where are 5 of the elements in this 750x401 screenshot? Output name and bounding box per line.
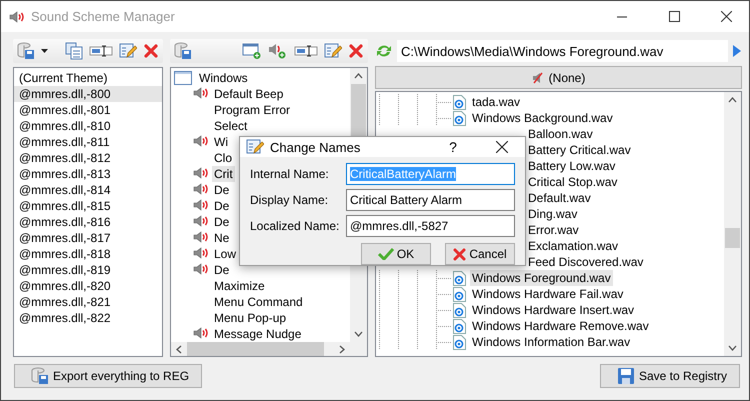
window-title: Sound Scheme Manager: [31, 9, 176, 24]
field-label: Display Name:: [250, 193, 330, 207]
dialog-title: Change Names: [270, 140, 362, 154]
field-label: Localized Name:: [250, 219, 340, 233]
field-label: Internal Name:: [250, 167, 330, 181]
